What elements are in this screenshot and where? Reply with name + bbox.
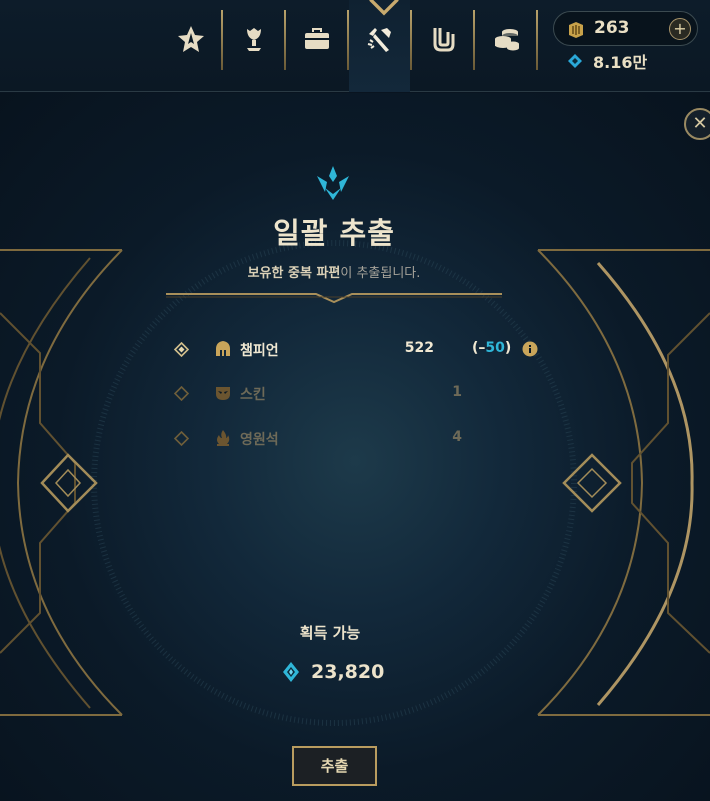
item-label: 스킨 <box>240 387 266 403</box>
crafting-icon <box>367 28 391 52</box>
blue-essence-amount: 8.16만 <box>593 53 648 72</box>
diamond-checkbox-icon[interactable] <box>174 431 189 446</box>
champion-helmet-icon <box>216 341 230 356</box>
item-count: 522 <box>404 340 434 356</box>
info-icon[interactable] <box>522 341 538 357</box>
riot-points-icon <box>569 22 583 38</box>
diamond-checkbox-icon[interactable] <box>174 386 189 401</box>
delta-value: 50 <box>485 340 505 356</box>
blue-essence-balance: 8.16만 <box>567 51 648 72</box>
collection-icon <box>304 28 329 49</box>
selected-diamond-checkbox-icon[interactable] <box>174 342 189 357</box>
item-count: 1 <box>452 384 462 400</box>
active-tab-marker-icon <box>368 0 399 16</box>
extract-button[interactable]: 추출 <box>292 746 377 786</box>
acquire-label: 획득 가능 <box>299 624 361 642</box>
dialog-subtitle: 보유한 중복 파편이 추출됩니다. <box>0 262 668 281</box>
item-delta: (–50) <box>472 340 511 356</box>
nav-tab-trophy[interactable] <box>223 0 284 92</box>
delta-close: ) <box>504 340 512 356</box>
list-item-champion[interactable]: 챔피언 522 (–50) <box>172 337 542 361</box>
store-icon <box>494 29 519 51</box>
delta-open: (– <box>472 340 486 356</box>
nav-tab-crafting[interactable] <box>349 0 410 92</box>
clash-icon <box>177 26 204 52</box>
subtitle-emphasis: 보유한 중복 파편 <box>247 266 341 281</box>
close-button[interactable]: ✕ <box>684 108 710 140</box>
list-item-skin[interactable]: 스킨 1 <box>172 381 542 405</box>
nav-tab-store[interactable] <box>475 0 536 92</box>
nav-tab-clash[interactable] <box>160 0 221 92</box>
skin-mask-icon <box>216 387 230 400</box>
acquire-amount: 23,820 <box>282 661 384 683</box>
subtitle-text: 이 추출됩니다. <box>340 266 421 281</box>
buy-rp-button[interactable]: + <box>669 18 691 40</box>
title-divider <box>166 293 502 304</box>
blue-essence-icon <box>568 54 582 68</box>
item-label: 챔피언 <box>240 343 279 359</box>
item-label: 영원석 <box>240 432 279 448</box>
dialog-title: 일괄 추출 <box>273 216 395 250</box>
acquire-value: 23,820 <box>311 661 385 683</box>
nav-tab-collection[interactable] <box>286 0 347 92</box>
eternals-flame-icon <box>217 430 230 446</box>
item-count: 4 <box>452 429 462 445</box>
nav-tab-missions[interactable] <box>412 0 473 92</box>
disenchant-icon <box>317 166 349 200</box>
nav-tabs <box>160 0 538 92</box>
top-navigation-bar: 263 + 8.16만 <box>0 0 710 92</box>
missions-icon <box>433 28 454 52</box>
rp-wallet: 263 + <box>553 11 698 46</box>
nav-separator <box>536 10 538 70</box>
rp-amount: 263 <box>594 18 630 38</box>
trophy-icon <box>246 28 261 51</box>
list-item-eternals[interactable]: 영원석 4 <box>172 426 542 450</box>
blue-essence-icon <box>283 662 299 682</box>
